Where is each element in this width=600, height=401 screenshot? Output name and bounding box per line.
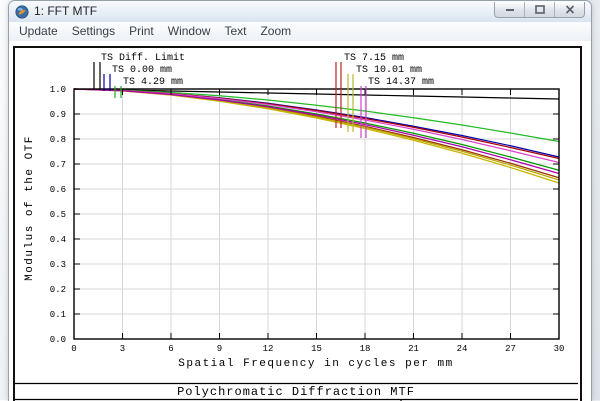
close-button[interactable]: [554, 2, 584, 17]
legend-label-10-01-mm: TS 10.01 mm: [356, 65, 422, 76]
x-tick-label: 30: [554, 344, 565, 354]
y-tick-label: 0.1: [50, 310, 66, 320]
x-tick-label: 9: [217, 344, 222, 354]
minimize-icon: [505, 5, 515, 14]
footer-title: Polychromatic Diffraction MTF: [177, 385, 415, 399]
y-tick-label: 0.7: [50, 160, 66, 170]
y-tick-label: 1.0: [50, 85, 66, 95]
y-tick-label: 0.5: [50, 210, 66, 220]
window-title: 1: FFT MTF: [34, 1, 97, 22]
y-tick-label: 0.9: [50, 110, 66, 120]
legend-label-diff-limit: TS Diff. Limit: [101, 52, 185, 64]
close-icon: [565, 5, 575, 14]
title-bar[interactable]: 1: FFT MTF: [9, 1, 591, 23]
x-tick-label: 6: [168, 344, 173, 354]
minimize-button[interactable]: [495, 2, 524, 17]
y-tick-label: 0.8: [50, 135, 66, 145]
grid-lines: [74, 89, 559, 339]
y-tick-labels: 0.0 0.1 0.2 0.3 0.4 0.5 0.6 0.7 0.8 0.9 1.0: [50, 85, 66, 345]
legend-label-7-15-mm: TS 7.15 mm: [344, 53, 404, 64]
y-tick-label: 0.3: [50, 260, 66, 270]
y-tick-label: 0.6: [50, 185, 66, 195]
y-tick-label: 0.2: [50, 285, 66, 295]
x-tick-label: 21: [408, 344, 419, 354]
x-tick-label: 18: [360, 344, 371, 354]
x-tick-label: 27: [505, 344, 516, 354]
x-tick-label: 3: [120, 344, 125, 354]
window-controls: [494, 2, 585, 18]
window-content: 0 3 6 9 12 15 18 21 24 27 30 0.0 0.1 0.2 0.3 0.4 0.5 0.6…: [9, 41, 591, 401]
menu-print[interactable]: Print: [122, 22, 161, 41]
menu-zoom[interactable]: Zoom: [253, 22, 298, 41]
menu-bar: Update Settings Print Window Text Zoom: [9, 22, 591, 42]
legend-label-0-00-mm: TS 0.00 mm: [112, 65, 172, 76]
legend-label-4-29-mm: TS 4.29 mm: [123, 77, 183, 88]
x-axis-title: Spatial Frequency in cycles per mm: [178, 358, 453, 370]
x-tick-label: 15: [311, 344, 322, 354]
maximize-icon: [535, 5, 545, 14]
x-tick-label: 12: [263, 344, 274, 354]
mtf-chart-frame: 0 3 6 9 12 15 18 21 24 27 30 0.0 0.1 0.2 0.3 0.4 0.5 0.6…: [13, 46, 582, 401]
menu-window[interactable]: Window: [161, 22, 218, 41]
menu-update[interactable]: Update: [12, 22, 65, 41]
maximize-button[interactable]: [524, 2, 554, 17]
y-tick-label: 0.4: [50, 235, 66, 245]
x-tick-label: 24: [457, 344, 468, 354]
fft-mtf-window: 1: FFT MTF Update Settings Print Windo: [8, 0, 592, 401]
legend-label-14-37-mm: TS 14.37 mm: [368, 77, 434, 88]
x-tick-labels: 0 3 6 9 12 15 18 21 24 27 30: [71, 344, 564, 354]
menu-text[interactable]: Text: [217, 22, 253, 41]
app-icon: [15, 5, 29, 19]
x-tick-label: 0: [71, 344, 76, 354]
menu-settings[interactable]: Settings: [65, 22, 122, 41]
mtf-chart[interactable]: 0 3 6 9 12 15 18 21 24 27 30 0.0 0.1 0.2 0.3 0.4 0.5 0.6…: [15, 48, 578, 401]
y-tick-label: 0.0: [50, 335, 66, 345]
y-axis-title: Modulus of the OTF: [24, 135, 36, 281]
